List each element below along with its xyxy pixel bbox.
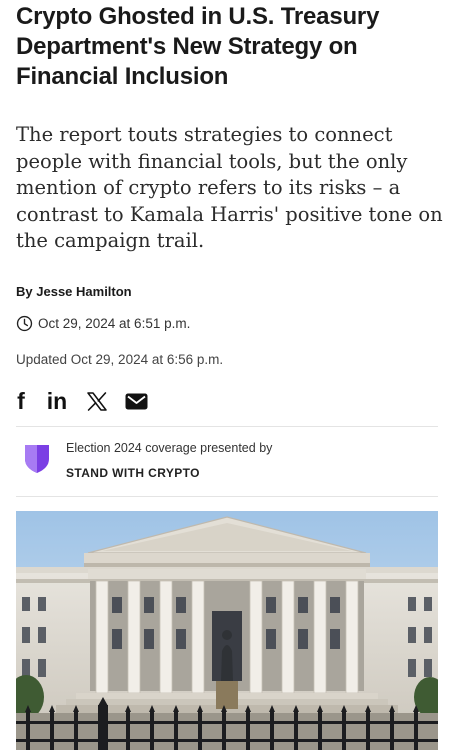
published-date: Oct 29, 2024 at 6:51 p.m. (38, 316, 191, 331)
divider-top (16, 426, 438, 427)
byline: By Jesse Hamilton (16, 284, 132, 299)
linkedin-icon[interactable]: in (44, 386, 70, 416)
article-dek: The report touts strategies to connect p… (16, 123, 443, 252)
author-link[interactable]: Jesse Hamilton (36, 284, 131, 299)
treasury-building-photo (16, 511, 438, 750)
share-bar: f in (14, 386, 164, 416)
updated-timestamp: Updated Oct 29, 2024 at 6:56 p.m. (16, 352, 224, 367)
article-page: Crypto Ghosted in U.S. Treasury Departme… (0, 0, 454, 750)
x-icon[interactable] (86, 386, 108, 416)
sponsor-brand[interactable]: STAND WITH CRYPTO (66, 466, 200, 480)
stand-with-crypto-logo-icon (25, 445, 49, 473)
email-icon[interactable] (124, 386, 148, 416)
byline-prefix: By (16, 284, 33, 299)
article-headline: Crypto Ghosted in U.S. Treasury Departme… (16, 3, 380, 90)
hero-image (16, 511, 438, 750)
divider-bottom (16, 496, 438, 497)
facebook-icon[interactable]: f (14, 386, 28, 416)
clock-icon (16, 315, 33, 332)
sponsor-presented-text: Election 2024 coverage presented by (66, 441, 273, 455)
sponsor-block[interactable]: Election 2024 coverage presented by STAN… (16, 432, 438, 492)
published-timestamp: Oct 29, 2024 at 6:51 p.m. (16, 315, 190, 332)
